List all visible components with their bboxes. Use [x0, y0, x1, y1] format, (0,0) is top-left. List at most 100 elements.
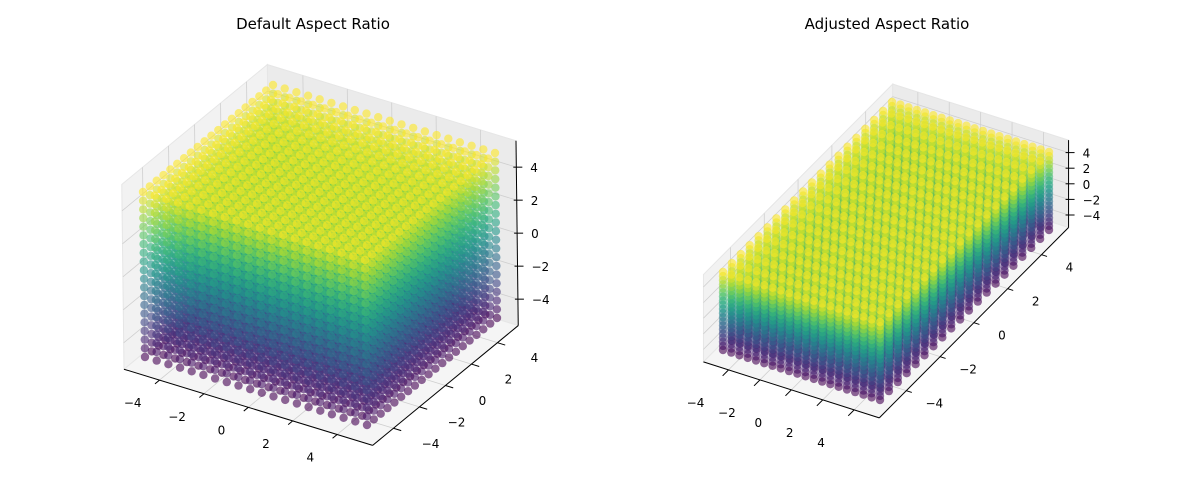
data-point — [175, 311, 184, 320]
data-point — [163, 299, 172, 308]
data-point — [413, 133, 423, 142]
data-point — [187, 323, 196, 333]
data-point — [303, 91, 313, 100]
data-point — [140, 335, 149, 344]
data-point — [175, 294, 184, 303]
data-point — [330, 122, 339, 132]
data-point — [304, 130, 314, 139]
data-point — [328, 137, 337, 146]
data-point — [258, 116, 267, 125]
data-point — [140, 344, 150, 353]
data-point — [332, 107, 341, 117]
data-point — [151, 295, 161, 304]
data-point — [385, 116, 394, 126]
data-point — [257, 388, 266, 397]
data-point — [164, 360, 173, 369]
data-point — [230, 138, 239, 147]
data-point — [198, 152, 207, 161]
data-point — [239, 118, 248, 127]
data-point — [151, 269, 160, 278]
data-point — [341, 126, 351, 135]
data-point — [228, 153, 237, 162]
data-point — [334, 132, 344, 141]
data-point — [311, 124, 320, 134]
data-point — [232, 123, 241, 133]
data-point — [193, 142, 202, 152]
data-point — [371, 127, 381, 137]
data-point — [285, 93, 294, 103]
data-point — [271, 104, 280, 114]
data-point — [350, 105, 359, 115]
data-point — [222, 377, 231, 387]
data-point — [187, 358, 196, 367]
data-point — [164, 342, 173, 351]
data-point — [318, 119, 327, 128]
data-point — [152, 312, 161, 322]
data-point — [175, 337, 184, 346]
data-point — [339, 141, 349, 150]
data-point — [234, 381, 243, 390]
data-point — [276, 114, 285, 123]
data-point — [214, 125, 223, 135]
data-point — [210, 374, 220, 383]
data-point — [222, 360, 231, 369]
data-point — [234, 372, 243, 382]
data-point — [163, 290, 172, 299]
data-point — [199, 370, 208, 380]
data-point — [187, 341, 196, 350]
data-point — [140, 318, 149, 327]
data-point — [283, 108, 292, 117]
data-point — [140, 326, 149, 336]
data-point — [163, 307, 172, 317]
data-point — [308, 100, 318, 110]
data-point — [199, 353, 208, 362]
data-point — [198, 309, 207, 319]
data-point — [175, 328, 184, 338]
data-point — [212, 140, 221, 150]
data-point — [397, 120, 406, 129]
data-point — [358, 139, 367, 148]
data-point — [216, 149, 226, 159]
data-point — [309, 139, 318, 148]
data-point — [173, 159, 182, 168]
data-point — [152, 347, 161, 357]
data-point — [336, 117, 346, 126]
data-point — [222, 343, 231, 352]
data-point — [174, 285, 184, 294]
data-point — [320, 104, 329, 113]
data-point — [245, 376, 255, 385]
data-point — [152, 330, 161, 339]
data-point — [376, 137, 386, 146]
data-point — [139, 266, 149, 275]
data-point — [152, 356, 161, 365]
data-point — [299, 121, 309, 130]
data-point — [139, 257, 148, 266]
data-point — [280, 84, 289, 93]
data-point — [247, 151, 256, 160]
data-point — [297, 136, 307, 145]
data-point — [346, 135, 355, 144]
data-point — [218, 135, 228, 144]
data-point — [152, 321, 161, 330]
data-point — [291, 141, 300, 151]
data-point — [267, 134, 276, 143]
data-point — [140, 292, 149, 301]
figure: −4−4−4−2 −2−2000222444 −4 −4−4−2−2−2000222… — [121, 15, 1100, 465]
data-point — [292, 88, 301, 97]
data-point — [374, 113, 383, 122]
data-point — [151, 304, 161, 313]
data-point — [409, 123, 418, 133]
data-point — [198, 344, 208, 353]
data-point — [255, 92, 264, 101]
data-point — [246, 112, 255, 121]
data-point — [246, 385, 255, 394]
data-point — [210, 356, 220, 366]
data-point — [355, 115, 364, 124]
data-point — [175, 302, 184, 312]
data-point — [313, 110, 322, 119]
data-point — [191, 157, 200, 166]
data-point — [186, 306, 196, 315]
data-point — [139, 248, 148, 257]
data-point — [222, 351, 231, 361]
data-point — [139, 239, 148, 249]
